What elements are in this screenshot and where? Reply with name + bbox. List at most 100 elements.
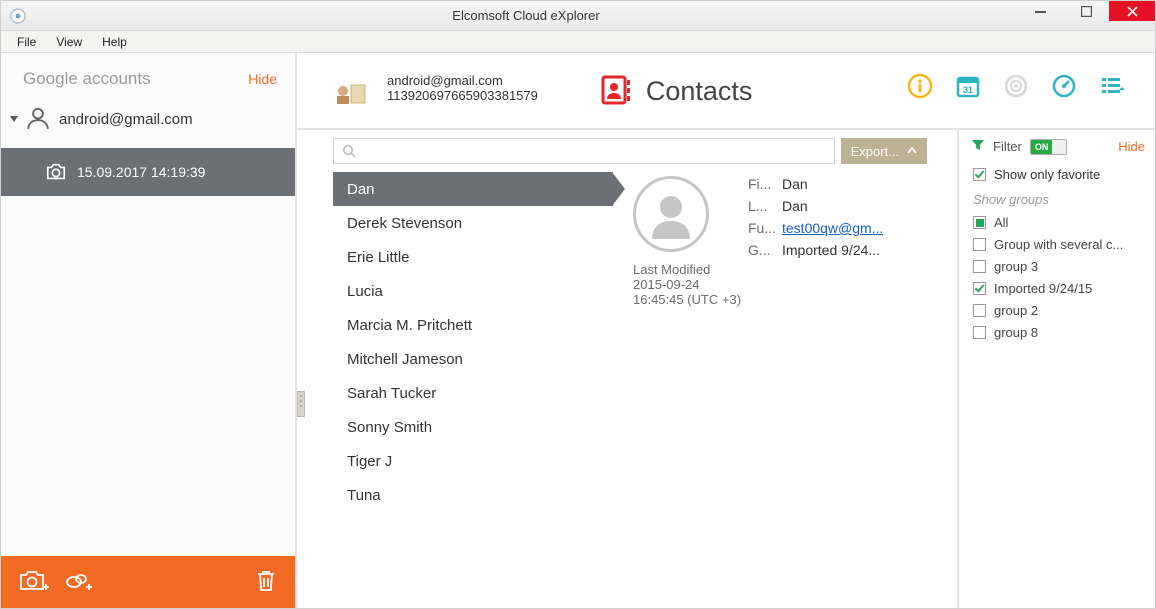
field-row: G... Imported 9/24... <box>748 242 943 258</box>
last-modified-time: 16:45:45 (UTC +3) <box>633 292 748 307</box>
list-item[interactable]: Sonny Smith <box>333 410 613 444</box>
search-icon <box>342 144 356 158</box>
field-row: L... Dan <box>748 198 943 214</box>
section-title-block: Contacts <box>598 73 753 110</box>
checkbox-icon[interactable] <box>973 326 986 339</box>
app-window: Elcomsoft Cloud eXplorer File View Help … <box>0 0 1156 609</box>
checkbox-icon[interactable] <box>973 282 986 295</box>
menu-bar: File View Help <box>1 31 1155 53</box>
field-value-link[interactable]: test00qw@gm... <box>782 220 883 236</box>
group-list[interactable]: All Group with several c... group 3 Impo… <box>959 213 1155 343</box>
sidebar-title: Google accounts <box>23 69 151 89</box>
list-item[interactable]: Dan <box>333 172 613 206</box>
header-id: 113920697665903381579 <box>387 88 538 103</box>
list-item[interactable]: Lucia <box>333 274 613 308</box>
account-info: android@gmail.com 113920697665903381579 <box>387 73 538 103</box>
field-value: Dan <box>782 198 808 214</box>
list-item[interactable]: Erie Little <box>333 240 613 274</box>
toolbar-row: Export... <box>297 130 957 172</box>
list-item[interactable]: Tuna <box>333 478 613 512</box>
filter-toggle[interactable]: ON <box>1030 139 1068 155</box>
group-item[interactable]: group 2 <box>973 301 1155 323</box>
field-label: Fi... <box>748 176 782 192</box>
checkbox-icon[interactable] <box>973 304 986 317</box>
add-cloud-button[interactable] <box>65 568 93 597</box>
list-item[interactable]: Tiger J <box>333 444 613 478</box>
main-area: Google accounts Hide android@gmail.com 1… <box>1 53 1155 608</box>
show-groups-label: Show groups <box>959 192 1155 213</box>
group-item[interactable]: All <box>973 213 1155 235</box>
person-icon <box>25 105 51 134</box>
show-favorite-row[interactable]: Show only favorite <box>959 165 1155 192</box>
field-value: Dan <box>782 176 808 192</box>
field-row: Fi... Dan <box>748 176 943 192</box>
contact-list[interactable]: Dan Derek Stevenson Erie Little Lucia Ma… <box>333 172 613 608</box>
delete-button[interactable] <box>255 569 277 596</box>
calendar-icon[interactable]: 31 <box>955 73 981 102</box>
group-item[interactable]: Imported 9/24/15 <box>973 279 1155 301</box>
checkbox-icon[interactable] <box>973 260 986 273</box>
field-label: Fu... <box>748 220 782 236</box>
list-item[interactable]: Marcia M. Pritchett <box>333 308 613 342</box>
splitter-handle[interactable] <box>297 391 305 417</box>
dashboard-icon[interactable] <box>1051 73 1077 102</box>
fields-column: Fi... Dan L... Dan Fu... test00qw@gm... <box>748 172 957 608</box>
field-value: Imported 9/24... <box>782 242 880 258</box>
filter-panel: Filter ON Hide Show only favorite Show g… <box>957 130 1155 608</box>
target-icon[interactable] <box>1003 73 1029 102</box>
list-item[interactable]: Sarah Tucker <box>333 376 613 410</box>
add-snapshot-button[interactable] <box>19 568 49 597</box>
last-modified-label: Last Modified <box>633 262 748 277</box>
account-email: android@gmail.com <box>59 111 193 128</box>
checkbox-icon[interactable] <box>973 216 986 229</box>
snapshot-row[interactable]: 15.09.2017 14:19:39 <box>1 148 295 196</box>
content-header: android@gmail.com 113920697665903381579 … <box>297 53 1155 130</box>
app-icon <box>7 5 29 27</box>
sidebar-header: Google accounts Hide <box>1 53 295 99</box>
content: android@gmail.com 113920697665903381579 … <box>297 53 1155 608</box>
export-button[interactable]: Export... <box>841 138 927 164</box>
expand-icon[interactable] <box>9 112 19 127</box>
menu-view[interactable]: View <box>46 33 92 51</box>
group-item[interactable]: group 3 <box>973 257 1155 279</box>
contacts-icon <box>598 73 632 110</box>
show-favorite-label: Show only favorite <box>994 167 1100 182</box>
info-icon[interactable] <box>907 73 933 102</box>
filter-icon <box>971 138 985 155</box>
svg-text:31: 31 <box>963 85 973 95</box>
detail-column: Last Modified 2015-09-24 16:45:45 (UTC +… <box>613 172 748 608</box>
avatar <box>633 176 709 252</box>
body-row: Dan Derek Stevenson Erie Little Lucia Ma… <box>297 172 957 608</box>
last-modified-date: 2015-09-24 <box>633 277 748 292</box>
checkbox-icon[interactable] <box>973 168 986 181</box>
sidebar-actions <box>1 556 295 608</box>
list-item[interactable]: Mitchell Jameson <box>333 342 613 376</box>
account-row[interactable]: android@gmail.com <box>1 99 295 148</box>
window-title: Elcomsoft Cloud eXplorer <box>35 8 1017 23</box>
product-logo <box>333 77 369 107</box>
maximize-button[interactable] <box>1063 1 1109 21</box>
group-item[interactable]: Group with several c... <box>973 235 1155 257</box>
export-label: Export... <box>851 144 899 159</box>
category-menu-icon[interactable] <box>1099 73 1125 102</box>
snapshot-label: 15.09.2017 14:19:39 <box>77 164 205 180</box>
sidebar: Google accounts Hide android@gmail.com 1… <box>1 53 297 608</box>
search-input[interactable] <box>356 143 826 160</box>
filter-head: Filter ON Hide <box>959 130 1155 165</box>
search-box[interactable] <box>333 138 835 164</box>
title-bar: Elcomsoft Cloud eXplorer <box>1 1 1155 31</box>
checkbox-icon[interactable] <box>973 238 986 251</box>
chevron-up-icon <box>907 146 917 156</box>
window-controls <box>1017 1 1155 30</box>
field-label: L... <box>748 198 782 214</box>
menu-file[interactable]: File <box>7 33 46 51</box>
list-item[interactable]: Derek Stevenson <box>333 206 613 240</box>
field-row: Fu... test00qw@gm... <box>748 220 943 236</box>
header-email: android@gmail.com <box>387 73 538 88</box>
group-item[interactable]: group 8 <box>973 323 1155 343</box>
sidebar-hide[interactable]: Hide <box>248 71 277 87</box>
filter-hide[interactable]: Hide <box>1118 139 1145 154</box>
menu-help[interactable]: Help <box>92 33 137 51</box>
minimize-button[interactable] <box>1017 1 1063 21</box>
close-button[interactable] <box>1109 1 1155 21</box>
